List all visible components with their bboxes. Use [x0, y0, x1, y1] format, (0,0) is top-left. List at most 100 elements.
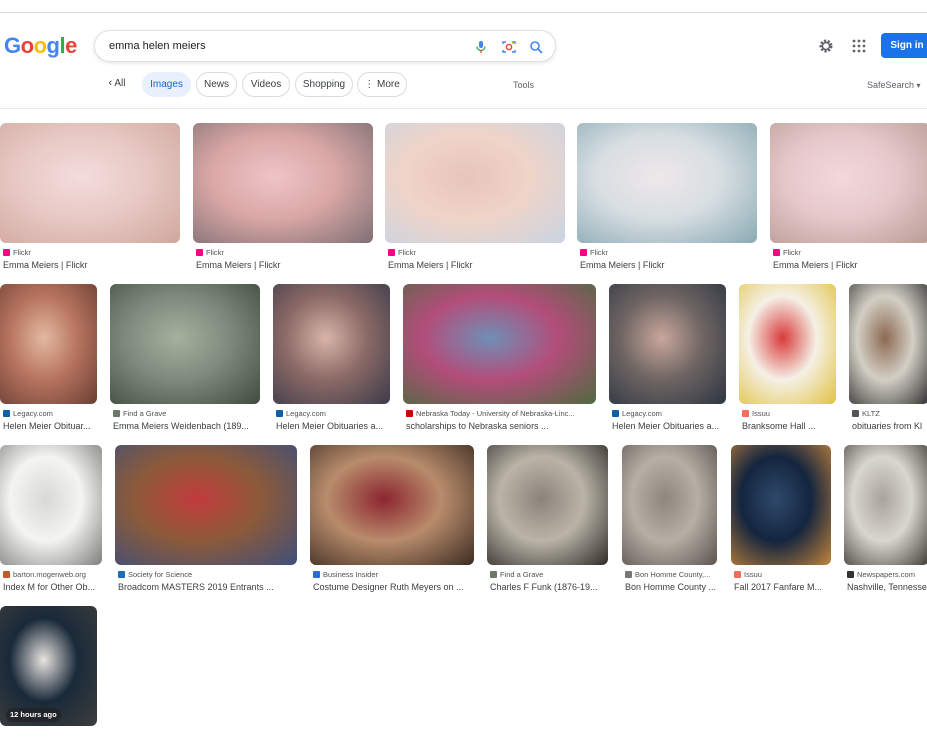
- result-thumbnail[interactable]: [193, 123, 373, 243]
- result-source[interactable]: Newspapers.com: [847, 570, 927, 579]
- image-result-card[interactable]: 12 hours ago: [0, 606, 97, 754]
- image-result-card[interactable]: Legacy.com Helen Meier Obituaries a...: [609, 284, 726, 432]
- result-thumbnail[interactable]: [0, 123, 180, 243]
- result-thumbnail[interactable]: [739, 284, 836, 404]
- image-result-card[interactable]: barton.mogenweb.org Index M for Other Ob.…: [0, 445, 102, 593]
- safesearch-button[interactable]: SafeSearch ▾: [867, 80, 921, 90]
- image-result-card[interactable]: KLTZ obituaries from Kl: [849, 284, 927, 432]
- result-source[interactable]: Flickr: [388, 248, 565, 257]
- result-source[interactable]: Flickr: [580, 248, 757, 257]
- source-label: Flickr: [590, 248, 608, 257]
- tab-all[interactable]: ‹ All: [100, 72, 134, 97]
- result-source[interactable]: barton.mogenweb.org: [3, 570, 102, 579]
- result-source[interactable]: Nebraska Today - University of Nebraska-…: [406, 409, 596, 418]
- image-result-card[interactable]: Society for Science Broadcom MASTERS 2019…: [115, 445, 297, 593]
- tab-shopping[interactable]: Shopping: [295, 72, 353, 97]
- result-source[interactable]: Find a Grave: [490, 570, 608, 579]
- result-thumbnail[interactable]: [385, 123, 565, 243]
- tab-videos[interactable]: Videos: [242, 72, 290, 97]
- result-title[interactable]: Emma Meiers | Flickr: [580, 260, 757, 270]
- result-source[interactable]: Legacy.com: [3, 409, 97, 418]
- tab-more[interactable]: ⋮ More: [357, 72, 407, 97]
- result-source[interactable]: Flickr: [196, 248, 373, 257]
- tab-news[interactable]: News: [196, 72, 237, 97]
- lens-icon[interactable]: [501, 39, 517, 55]
- result-title[interactable]: Helen Meier Obituaries a...: [276, 421, 390, 431]
- result-title[interactable]: Bon Homme County ...: [625, 582, 717, 592]
- result-source[interactable]: KLTZ: [852, 409, 927, 418]
- site-favicon-icon: [113, 410, 120, 417]
- site-favicon-icon: [406, 410, 413, 417]
- image-result-card[interactable]: Find a Grave Emma Meiers Weidenbach (189.…: [110, 284, 260, 432]
- image-result-card[interactable]: Flickr Emma Meiers | Flickr: [385, 123, 565, 271]
- result-source[interactable]: Society for Science: [118, 570, 297, 579]
- result-source[interactable]: Flickr: [773, 248, 927, 257]
- result-title[interactable]: scholarships to Nebraska seniors ...: [406, 421, 596, 431]
- result-thumbnail[interactable]: [0, 445, 102, 565]
- result-title[interactable]: Emma Meiers | Flickr: [196, 260, 373, 270]
- result-title[interactable]: Helen Meier Obituar...: [3, 421, 97, 431]
- image-result-card[interactable]: Flickr Emma Meiers | Flickr: [577, 123, 757, 271]
- result-title[interactable]: Index M for Other Ob...: [3, 582, 102, 592]
- search-input[interactable]: emma helen meiers: [109, 40, 206, 52]
- result-thumbnail[interactable]: [609, 284, 726, 404]
- result-thumbnail[interactable]: [0, 284, 97, 404]
- tools-button[interactable]: Tools: [513, 80, 534, 90]
- result-source[interactable]: Business Insider: [313, 570, 474, 579]
- result-thumbnail[interactable]: [770, 123, 927, 243]
- result-thumbnail[interactable]: [110, 284, 260, 404]
- result-thumbnail[interactable]: [273, 284, 390, 404]
- google-logo[interactable]: Google: [4, 33, 77, 59]
- result-source[interactable]: Issuu: [734, 570, 831, 579]
- result-thumbnail[interactable]: [844, 445, 927, 565]
- source-label: Flickr: [13, 248, 31, 257]
- image-result-card[interactable]: Legacy.com Helen Meier Obituaries a...: [273, 284, 390, 432]
- result-thumbnail[interactable]: [731, 445, 831, 565]
- image-result-card[interactable]: Nebraska Today - University of Nebraska-…: [403, 284, 596, 432]
- settings-gear-icon[interactable]: [817, 37, 835, 55]
- result-source[interactable]: Issuu: [742, 409, 836, 418]
- result-source[interactable]: Bon Homme County,...: [625, 570, 717, 579]
- image-result-card[interactable]: Flickr Emma Meiers | Flickr: [193, 123, 373, 271]
- result-thumbnail[interactable]: [403, 284, 596, 404]
- result-title[interactable]: Broadcom MASTERS 2019 Entrants ...: [118, 582, 297, 592]
- tab-label: Images: [150, 79, 183, 90]
- result-title[interactable]: Costume Designer Ruth Meyers on ...: [313, 582, 474, 592]
- result-title[interactable]: Emma Meiers | Flickr: [388, 260, 565, 270]
- result-title[interactable]: Emma Meiers | Flickr: [3, 260, 180, 270]
- result-thumbnail[interactable]: [115, 445, 297, 565]
- tab-label: News: [203, 79, 229, 90]
- result-thumbnail[interactable]: [487, 445, 608, 565]
- image-result-card[interactable]: Flickr Emma Meiers | Flickr: [770, 123, 927, 271]
- result-title[interactable]: Nashville, Tennesse: [847, 582, 927, 592]
- result-thumbnail[interactable]: [310, 445, 474, 565]
- result-title[interactable]: Helen Meier Obituaries a...: [612, 421, 726, 431]
- image-result-card[interactable]: Business Insider Costume Designer Ruth Me…: [310, 445, 474, 593]
- microphone-icon[interactable]: [473, 39, 489, 55]
- apps-grid-icon[interactable]: [850, 37, 868, 55]
- result-title[interactable]: Emma Meiers Weidenbach (189...: [113, 421, 260, 431]
- image-result-card[interactable]: Flickr Emma Meiers | Flickr: [0, 123, 180, 271]
- search-icon[interactable]: [528, 39, 544, 55]
- result-thumbnail[interactable]: [622, 445, 717, 565]
- result-title[interactable]: obituaries from Kl: [852, 421, 927, 431]
- result-title[interactable]: Branksome Hall ...: [742, 421, 836, 431]
- result-source[interactable]: Flickr: [3, 248, 180, 257]
- image-result-card[interactable]: Issuu Branksome Hall ...: [739, 284, 836, 432]
- image-result-card[interactable]: Issuu Fall 2017 Fanfare M...: [731, 445, 831, 593]
- result-title[interactable]: Emma Meiers | Flickr: [773, 260, 927, 270]
- image-result-card[interactable]: Newspapers.com Nashville, Tennesse: [844, 445, 927, 593]
- sign-in-button[interactable]: Sign in: [881, 33, 927, 58]
- search-box[interactable]: emma helen meiers: [94, 30, 556, 62]
- tab-images[interactable]: Images: [142, 72, 191, 97]
- result-source[interactable]: Find a Grave: [113, 409, 260, 418]
- image-result-card[interactable]: Find a Grave Charles F Funk (1876-19...: [487, 445, 608, 593]
- result-title[interactable]: Fall 2017 Fanfare M...: [734, 582, 831, 592]
- result-source[interactable]: Legacy.com: [276, 409, 390, 418]
- result-thumbnail[interactable]: [849, 284, 927, 404]
- result-title[interactable]: Charles F Funk (1876-19...: [490, 582, 608, 592]
- result-thumbnail[interactable]: [577, 123, 757, 243]
- result-source[interactable]: Legacy.com: [612, 409, 726, 418]
- image-result-card[interactable]: Bon Homme County,... Bon Homme County ...: [622, 445, 717, 593]
- image-result-card[interactable]: Legacy.com Helen Meier Obituar...: [0, 284, 97, 432]
